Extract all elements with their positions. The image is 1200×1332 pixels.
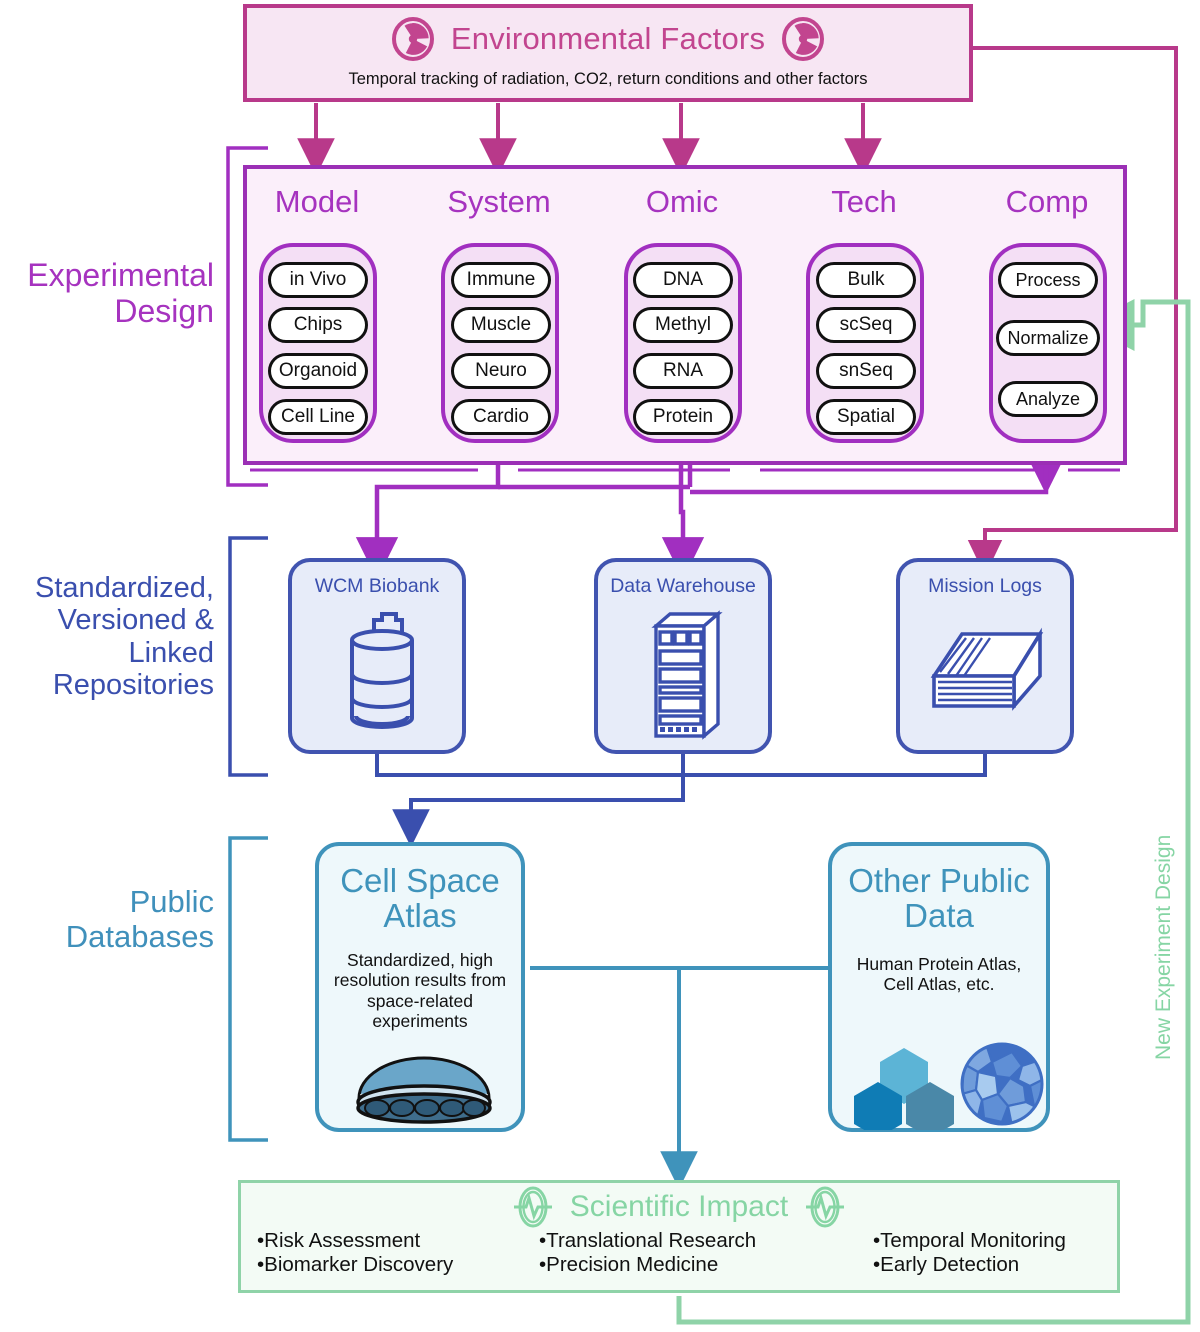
radiation-icon [391, 17, 434, 61]
node-cell-line[interactable]: Cell Line [268, 399, 368, 435]
node-rna[interactable]: RNA [633, 353, 733, 389]
scientific-impact-item: •Biomarker Discovery [257, 1253, 454, 1276]
node-organoid[interactable]: Organoid [268, 353, 368, 389]
scientific-impact-column-2: •Translational Research •Precision Medic… [539, 1229, 859, 1277]
public-card-description: Human Protein Atlas, Cell Atlas, etc. [856, 954, 1022, 995]
node-analyze[interactable]: Analyze [998, 381, 1098, 417]
environmental-factors-panel: Environmental Factors Temporal tracking … [243, 4, 973, 102]
node-neuro[interactable]: Neuro [451, 353, 551, 389]
radiation-icon [782, 17, 825, 61]
scientific-impact-title: Scientific Impact [569, 1190, 789, 1223]
repository-card-data-warehouse[interactable]: Data Warehouse [594, 558, 772, 754]
public-card-other-public-data[interactable]: Other Public Data Human Protein Atlas, C… [828, 842, 1050, 1132]
document-stack-icon [930, 627, 1044, 711]
repository-label: Data Warehouse [610, 575, 756, 597]
node-chips[interactable]: Chips [268, 307, 368, 343]
scientific-impact-item: •Risk Assessment [257, 1229, 421, 1252]
column-header-model: Model [274, 184, 360, 219]
scientific-impact-item: •Temporal Monitoring [873, 1229, 1066, 1252]
node-protein[interactable]: Protein [633, 399, 733, 435]
node-in-vivo[interactable]: in Vivo [268, 262, 368, 298]
column-header-comp: Comp [1005, 184, 1089, 219]
node-normalize[interactable]: Normalize [996, 320, 1100, 356]
node-immune[interactable]: Immune [451, 262, 551, 298]
sample-vial-icon [350, 612, 414, 729]
node-snseq[interactable]: snSeq [816, 353, 916, 389]
cell-mosaic-icon [960, 1042, 1044, 1126]
node-dna[interactable]: DNA [633, 262, 733, 298]
scientific-impact-column-1: •Risk Assessment •Biomarker Discovery [257, 1229, 537, 1277]
environmental-factors-title: Environmental Factors [450, 21, 766, 56]
section-label-public-databases: Public Databases [65, 884, 214, 954]
section-label-repositories: Standardized, Versioned & Linked Reposit… [35, 572, 214, 702]
node-scseq[interactable]: scSeq [816, 307, 916, 343]
column-header-omic: Omic [645, 184, 719, 219]
node-spatial[interactable]: Spatial [816, 399, 916, 435]
node-muscle[interactable]: Muscle [451, 307, 551, 343]
scientific-impact-item: •Early Detection [873, 1253, 1020, 1276]
pulse-icon [806, 1186, 845, 1228]
node-process[interactable]: Process [998, 262, 1098, 298]
hexagon-cluster-icon [854, 1048, 954, 1130]
node-methyl[interactable]: Methyl [633, 307, 733, 343]
public-card-title: Cell Space Atlas [340, 862, 500, 934]
scientific-impact-item: •Translational Research [539, 1229, 757, 1252]
repository-label: WCM Biobank [314, 575, 440, 597]
column-header-system: System [447, 184, 551, 219]
node-bulk[interactable]: Bulk [816, 262, 916, 298]
petri-dish-icon [356, 1056, 492, 1124]
public-card-cell-space-atlas[interactable]: Cell Space Atlas Standardized, high reso… [315, 842, 525, 1132]
repository-card-mission-logs[interactable]: Mission Logs [896, 558, 1074, 754]
node-cardio[interactable]: Cardio [451, 399, 551, 435]
scientific-impact-panel: Scientific Impact •Risk Assessment •Biom… [238, 1180, 1120, 1293]
section-label-new-experiment-design: New Experiment Design [1152, 834, 1175, 1060]
scientific-impact-item: •Precision Medicine [539, 1253, 719, 1276]
public-card-description: Standardized, high resolution results fr… [333, 950, 507, 1032]
scientific-impact-column-3: •Temporal Monitoring •Early Detection [873, 1229, 1133, 1277]
pulse-icon [513, 1186, 552, 1228]
scientific-impact-title-row: Scientific Impact [241, 1185, 1117, 1229]
environmental-factors-subtitle: Temporal tracking of radiation, CO2, ret… [348, 69, 868, 88]
repository-card-wcm-biobank[interactable]: WCM Biobank [288, 558, 466, 754]
section-label-experimental-design: Experimental Design [27, 257, 214, 329]
column-header-tech: Tech [831, 184, 897, 219]
repository-label: Mission Logs [928, 575, 1042, 597]
environmental-factors-title-row: Environmental Factors [247, 16, 969, 62]
public-card-title: Other Public Data [848, 862, 1030, 934]
server-rack-icon [651, 610, 723, 740]
